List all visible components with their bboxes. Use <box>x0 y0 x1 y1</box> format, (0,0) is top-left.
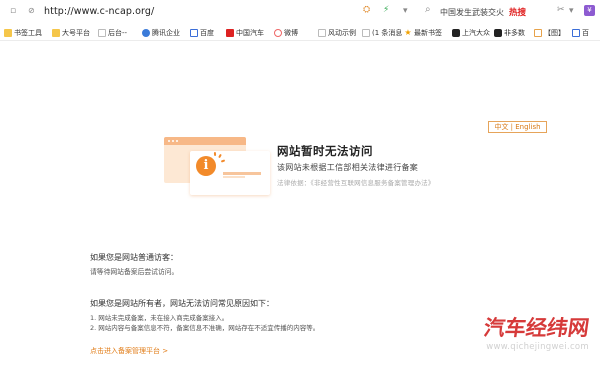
warning-illustration: i <box>164 137 270 195</box>
bookmark-item[interactable]: 中国汽车 <box>226 27 272 38</box>
security-icon: ⊘ <box>28 6 35 15</box>
window-dot-icon <box>168 140 170 142</box>
site-favicon-icon <box>494 28 502 37</box>
bookmarks-bar: 书签工具 大号平台 后台-- 腾讯企业 百度 中国汽车 微博 风动示例 (1 条消息) ★ 最新书签… <box>0 24 600 41</box>
visitor-text: 请等待网站备案后尝试访问。 <box>90 268 179 276</box>
bookmark-item[interactable]: 微博 <box>274 27 316 38</box>
bookmark-label: 百度 <box>200 28 214 37</box>
site-favicon-icon <box>362 28 370 37</box>
bookmark-item[interactable]: ★ 最新书签 <box>404 27 450 38</box>
watermark-logo: 汽车经纬网 <box>482 316 591 340</box>
bookmark-label: 微博 <box>284 28 298 37</box>
bookmark-label: 上汽大众 <box>462 28 490 37</box>
bookmark-label: 风动示例 <box>328 28 356 37</box>
site-favicon-icon <box>274 28 282 37</box>
owner-title: 如果您是网站所有者，网站无法访问常见原因如下： <box>90 299 274 308</box>
bookmark-item[interactable]: 后台-- <box>98 27 140 38</box>
bookmark-item[interactable]: 腾讯企业 <box>142 27 188 38</box>
language-switch[interactable]: 中文 | English <box>488 121 547 133</box>
site-favicon-icon <box>142 28 150 37</box>
favicon-icon: ▫ <box>10 6 17 16</box>
site-favicon-icon <box>318 28 326 37</box>
reason-item: 1. 网站未完成备案，未在接入商完成备案接入。 <box>90 314 229 322</box>
bookmark-label: 大号平台 <box>62 28 90 37</box>
spark-icon <box>213 151 217 157</box>
bookmark-item[interactable]: 百 <box>572 27 598 38</box>
site-favicon-icon <box>190 28 198 37</box>
site-favicon-icon: ★ <box>404 27 412 37</box>
extension-icon[interactable]: ¥ <box>584 5 595 16</box>
bookmark-label: 书签工具 <box>14 28 42 37</box>
address-bar: ▫ ⊘ http://www.c-ncap.org/ ⛭ ⚡ ▾ ⌕ 中国发生武… <box>0 0 600 24</box>
bookmark-label: 最新书签 <box>414 28 442 37</box>
chevron-down-icon[interactable]: ▾ <box>403 7 408 16</box>
filing-platform-link[interactable]: 点击进入备案管理平台 > <box>90 346 168 356</box>
hot-search-badge[interactable]: 热搜 <box>509 6 526 18</box>
legal-basis: 法律依据：《非经营性互联网信息服务备案管理办法》 <box>277 179 435 187</box>
visitor-title: 如果您是网站普通访客： <box>90 253 178 262</box>
search-icon[interactable]: ⌕ <box>425 5 431 15</box>
bookmark-label: (1 条消息) <box>372 28 402 37</box>
placeholder-line <box>223 176 245 178</box>
plugin-icon[interactable]: ⛭ <box>363 6 370 15</box>
watermark-url: www.qichejingwei.com <box>486 342 589 352</box>
search-input[interactable]: 中国发生武装交火 <box>440 7 504 18</box>
warning-icon: i <box>196 156 216 176</box>
window-dot-icon <box>176 140 178 142</box>
folder-icon <box>52 28 60 37</box>
bookmark-item[interactable]: 风动示例 <box>318 27 360 38</box>
window-dot-icon <box>172 140 174 142</box>
site-favicon-icon <box>572 28 580 37</box>
bookmark-label: 百 <box>582 28 589 37</box>
chevron-down-icon[interactable]: ▾ <box>569 7 574 16</box>
bookmark-item[interactable]: 上汽大众 <box>452 27 492 38</box>
url-text[interactable]: http://www.c-ncap.org/ <box>44 6 154 17</box>
bookmark-item[interactable]: 大号平台 <box>52 27 96 38</box>
site-favicon-icon <box>98 28 106 37</box>
bookmark-item[interactable]: 百度 <box>190 27 224 38</box>
notice-subtitle: 该网站未根据工信部相关法律进行备案 <box>277 163 419 172</box>
bookmark-item[interactable]: 书签工具 <box>4 27 50 38</box>
bookmark-label: 后台-- <box>108 28 128 37</box>
bolt-icon[interactable]: ⚡ <box>383 6 389 15</box>
placeholder-line <box>223 172 261 175</box>
folder-icon <box>4 28 12 37</box>
bookmark-label: 非多数 <box>504 28 525 37</box>
scissors-icon[interactable]: ✂ <box>557 6 565 15</box>
bookmark-label: 中国汽车 <box>236 28 264 37</box>
bookmark-item[interactable]: 非多数 <box>494 27 532 38</box>
site-favicon-icon <box>452 28 460 37</box>
page-title: 网站暂时无法访问 <box>277 144 373 158</box>
site-favicon-icon <box>226 28 234 37</box>
reason-item: 2. 网站内容与备案信息不符，备案信息不准确，网站存在不适宜传播的内容等。 <box>90 324 320 332</box>
watermark: 汽车经纬网 www.qichejingwei.com <box>479 316 591 352</box>
bookmark-label: 腾讯企业 <box>152 28 180 37</box>
bookmark-item[interactable]: (1 条消息) <box>362 27 402 38</box>
bookmark-label: 【图】 <box>544 28 565 37</box>
site-favicon-icon <box>534 28 542 37</box>
bookmark-item[interactable]: 【图】 <box>534 27 570 38</box>
